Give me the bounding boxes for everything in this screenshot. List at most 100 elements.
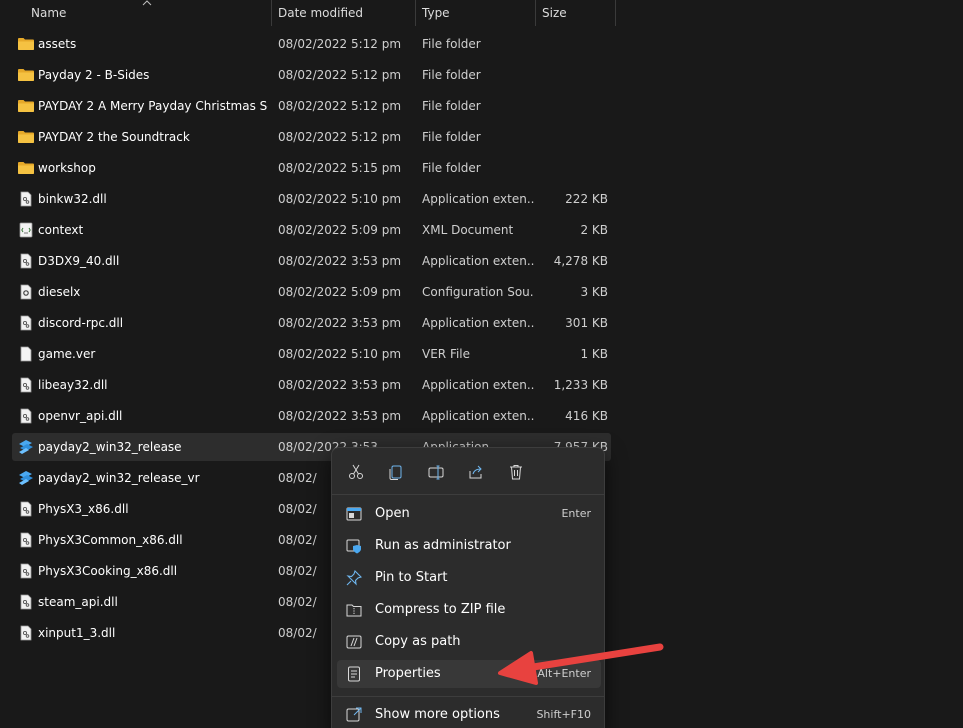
file-name: game.ver [38, 347, 96, 361]
menu-item-label: Run as administrator [375, 538, 511, 553]
file-name: workshop [38, 161, 96, 175]
file-name: dieselx [38, 285, 81, 299]
file-date-modified: 08/02/2022 5:12 pm [278, 99, 402, 113]
file-date-modified: 08/02/2022 5:12 pm [278, 130, 402, 144]
file-name: xinput1_3.dll [38, 626, 116, 640]
column-name-header[interactable]: Name [31, 0, 66, 26]
file-row[interactable]: libeay32.dll 08/02/2022 3:53 pm Applicatio… [12, 371, 611, 399]
file-size [542, 30, 608, 58]
file-type: Application exten... [422, 409, 534, 423]
pin-icon [346, 569, 363, 586]
properties-icon [346, 666, 362, 682]
menu-item-shortcut: Alt+Enter [537, 667, 591, 680]
blank-file-icon [17, 346, 35, 362]
file-date-modified: 08/02/2022 3:53 pm [278, 254, 402, 268]
shield-icon [346, 538, 362, 554]
file-date-modified: 08/02/2022 3:53 pm [278, 316, 402, 330]
file-name: binkw32.dll [38, 192, 107, 206]
menu-divider [332, 696, 604, 697]
file-type: File folder [422, 37, 481, 51]
file-name: openvr_api.dll [38, 409, 123, 423]
file-row[interactable]: PAYDAY 2 the Soundtrack 08/02/2022 5:12 p… [12, 123, 611, 151]
file-row[interactable]: workshop 08/02/2022 5:15 pm File folder [12, 154, 611, 182]
file-size: 4,278 KB [553, 254, 608, 268]
file-row[interactable]: D3DX9_40.dll 08/02/2022 3:53 pm Applicatio… [12, 247, 611, 275]
file-row[interactable]: PAYDAY 2 A Merry Payday Christmas Sou...… [12, 92, 611, 120]
menu-item-shortcut: Shift+F10 [536, 708, 591, 721]
context-menu: Open Enter Run as administrator Pin to Star… [331, 447, 605, 728]
file-type: File folder [422, 161, 481, 175]
xml-file-icon [17, 222, 35, 238]
menu-item-compress-zip[interactable]: Compress to ZIP file [337, 596, 601, 624]
file-date-modified: 08/02/2022 5:09 pm [278, 223, 402, 237]
column-size-header[interactable]: Size [542, 0, 567, 26]
file-date-modified: 08/02/2022 5:12 pm [278, 37, 402, 51]
file-size: 222 KB [565, 192, 608, 206]
file-size [542, 92, 608, 120]
share-icon [469, 465, 482, 479]
file-row[interactable]: binkw32.dll 08/02/2022 5:10 pm Application… [12, 185, 611, 213]
menu-item-pin-to-start[interactable]: Pin to Start [337, 564, 601, 592]
sort-ascending-icon [142, 0, 152, 6]
file-name: payday2_win32_release_vr [38, 471, 200, 485]
file-date-modified: 08/02/2022 5:10 pm [278, 347, 402, 361]
dll-file-icon [17, 501, 35, 517]
file-row[interactable]: discord-rpc.dll 08/02/2022 3:53 pm Applica… [12, 309, 611, 337]
menu-item-open[interactable]: Open Enter [337, 500, 601, 528]
file-size: 416 KB [565, 409, 608, 423]
menu-divider [332, 494, 604, 495]
share-button[interactable] [461, 458, 491, 486]
file-row[interactable]: assets 08/02/2022 5:12 pm File folder [12, 30, 611, 58]
file-name: Payday 2 - B-Sides [38, 68, 150, 82]
column-divider[interactable] [535, 0, 536, 26]
file-name: PhysX3_x86.dll [38, 502, 129, 516]
menu-item-run-as-administrator[interactable]: Run as administrator [337, 532, 601, 560]
column-divider[interactable] [415, 0, 416, 26]
column-divider[interactable] [271, 0, 272, 26]
menu-item-label: Show more options [375, 707, 500, 722]
dll-file-icon [17, 377, 35, 393]
folder-icon [17, 129, 35, 145]
file-name: PAYDAY 2 the Soundtrack [38, 130, 190, 144]
open-window-icon [346, 506, 362, 522]
delete-icon [510, 465, 522, 480]
copy-button[interactable] [381, 458, 411, 486]
file-row[interactable]: game.ver 08/02/2022 5:10 pm VER File 1 KB [12, 340, 611, 368]
file-type: File folder [422, 68, 481, 82]
file-name: steam_api.dll [38, 595, 118, 609]
file-name: assets [38, 37, 77, 51]
file-size: 2 KB [580, 223, 608, 237]
file-name: discord-rpc.dll [38, 316, 124, 330]
menu-item-show-more-options[interactable]: Show more options Shift+F10 [337, 701, 601, 728]
delete-button[interactable] [501, 458, 531, 486]
config-file-icon [17, 284, 35, 300]
file-type: Application exten... [422, 192, 534, 206]
copy-path-icon [346, 634, 362, 650]
file-name: payday2_win32_release [38, 440, 182, 454]
menu-item-label: Open [375, 506, 410, 521]
file-type: Application exten... [422, 254, 534, 268]
payday-app-icon [17, 470, 35, 486]
folder-icon [17, 67, 35, 83]
file-row[interactable]: context 08/02/2022 5:09 pm XML Document 2 K… [12, 216, 611, 244]
file-size: 3 KB [580, 285, 608, 299]
file-date-modified: 08/02/2022 5:15 pm [278, 161, 402, 175]
rename-button[interactable] [421, 458, 451, 486]
menu-item-properties[interactable]: Properties Alt+Enter [337, 660, 601, 688]
file-date-modified: 08/02/2022 5:10 pm [278, 192, 402, 206]
column-type-header[interactable]: Type [422, 0, 450, 26]
file-row[interactable]: openvr_api.dll 08/02/2022 3:53 pm Applicat… [12, 402, 611, 430]
file-row[interactable]: Payday 2 - B-Sides 08/02/2022 5:12 pm File… [12, 61, 611, 89]
file-size: 1 KB [580, 347, 608, 361]
file-row[interactable]: dieselx 08/02/2022 5:09 pm Configuration S… [12, 278, 611, 306]
column-divider[interactable] [615, 0, 616, 26]
dll-file-icon [17, 625, 35, 641]
file-name: libeay32.dll [38, 378, 108, 392]
file-date-modified: 08/02/2022 3:53 pm [278, 378, 402, 392]
menu-item-copy-as-path[interactable]: Copy as path [337, 628, 601, 656]
column-date-header[interactable]: Date modified [278, 0, 363, 26]
menu-item-label: Properties [375, 666, 441, 681]
file-size [542, 154, 608, 182]
menu-item-label: Compress to ZIP file [375, 602, 506, 617]
cut-button[interactable] [341, 458, 371, 486]
